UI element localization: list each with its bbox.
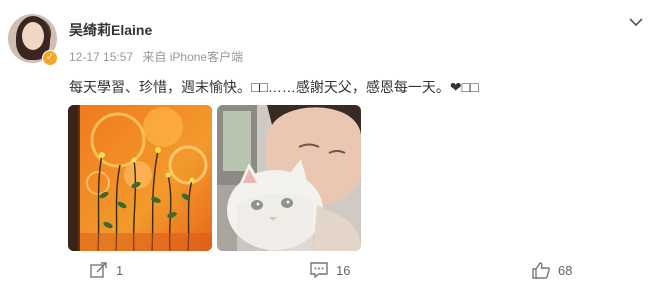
painting-illustration [68,105,212,251]
thumbs-up-icon [532,262,550,279]
share-icon [90,262,107,278]
post-text: 每天學習、珍惜，週末愉快。□□……感謝天父，感恩每一天。❤□□ [69,79,479,95]
comment-count: 16 [336,262,351,278]
verified-badge-icon: ✓ [42,50,58,66]
cat-selfie-illustration [217,105,361,251]
share-button[interactable]: 1 [90,262,123,278]
avatar-face [22,22,44,50]
like-count: 68 [558,263,573,278]
share-count: 1 [116,262,124,278]
post-action-bar: 1 16 68 [0,262,660,282]
username[interactable]: 吴绮莉Elaine [69,20,152,40]
painting-photo[interactable] [68,105,212,251]
chevron-down-icon[interactable] [628,16,644,28]
comment-icon [310,262,328,278]
post-timestamp[interactable]: 12-17 15:57 [69,50,133,64]
post-source: 来自 iPhone客户端 [142,50,244,64]
cat-selfie-photo[interactable] [217,105,361,251]
comment-button[interactable]: 16 [310,262,350,278]
like-button[interactable]: 68 [532,262,572,279]
post-meta: 12-17 15:57 来自 iPhone客户端 [69,48,249,65]
